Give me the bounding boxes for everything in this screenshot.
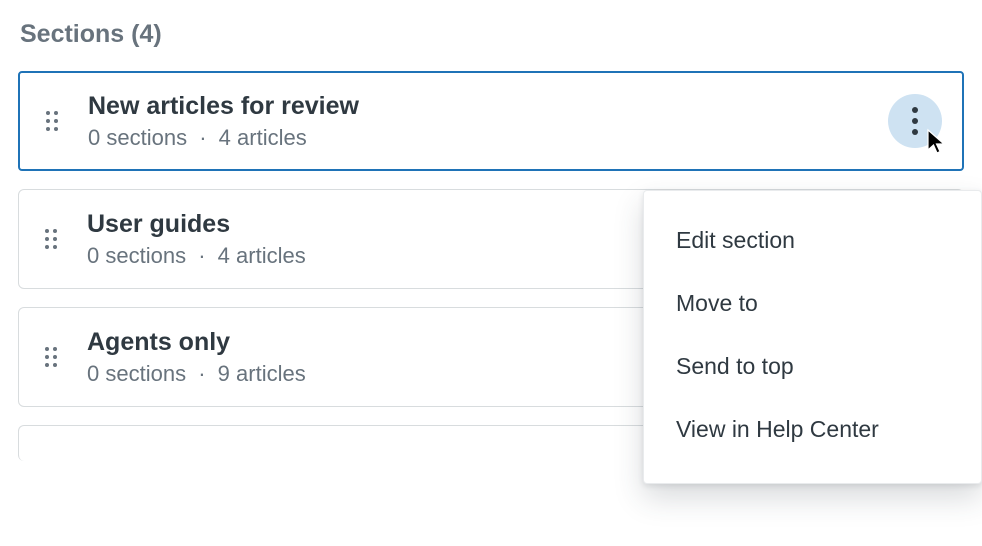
sections-word: sections	[106, 125, 187, 150]
sections-heading-label: Sections	[20, 20, 124, 48]
menu-item-view-in-help-center[interactable]: View in Help Center	[644, 398, 981, 461]
drag-handle-icon[interactable]	[41, 343, 61, 371]
sections-word: sections	[105, 361, 186, 386]
articles-word: articles	[236, 243, 306, 268]
section-card-body: New articles for review 0 sections · 4 a…	[88, 91, 888, 151]
menu-item-send-to-top[interactable]: Send to top	[644, 335, 981, 398]
section-actions-menu: Edit section Move to Send to top View in…	[643, 190, 982, 484]
section-title: New articles for review	[88, 91, 888, 121]
sections-panel: Sections (4) New articles for review 0	[0, 0, 982, 461]
meta-separator: ·	[199, 125, 206, 150]
articles-word: articles	[236, 361, 306, 386]
section-subsections-count: 0	[87, 361, 99, 386]
drag-handle-icon[interactable]	[41, 225, 61, 253]
section-card[interactable]: New articles for review 0 sections · 4 a…	[18, 71, 964, 171]
menu-item-move-to[interactable]: Move to	[644, 272, 981, 335]
drag-handle-icon[interactable]	[42, 107, 62, 135]
section-subsections-count: 0	[87, 243, 99, 268]
meta-separator: ·	[198, 243, 205, 268]
section-articles-count: 4	[218, 243, 230, 268]
section-more-wrap	[888, 94, 942, 148]
meta-separator: ·	[198, 361, 205, 386]
section-more-button[interactable]	[888, 94, 942, 148]
section-meta: 0 sections · 4 articles	[88, 125, 888, 151]
section-subsections-count: 0	[88, 125, 100, 150]
articles-word: articles	[237, 125, 307, 150]
section-articles-count: 4	[219, 125, 231, 150]
sections-word: sections	[105, 243, 186, 268]
section-articles-count: 9	[218, 361, 230, 386]
sections-heading-count: 4	[139, 20, 153, 48]
vertical-dots-icon	[912, 107, 918, 135]
menu-item-edit-section[interactable]: Edit section	[644, 209, 981, 272]
sections-heading: Sections (4)	[20, 20, 964, 49]
